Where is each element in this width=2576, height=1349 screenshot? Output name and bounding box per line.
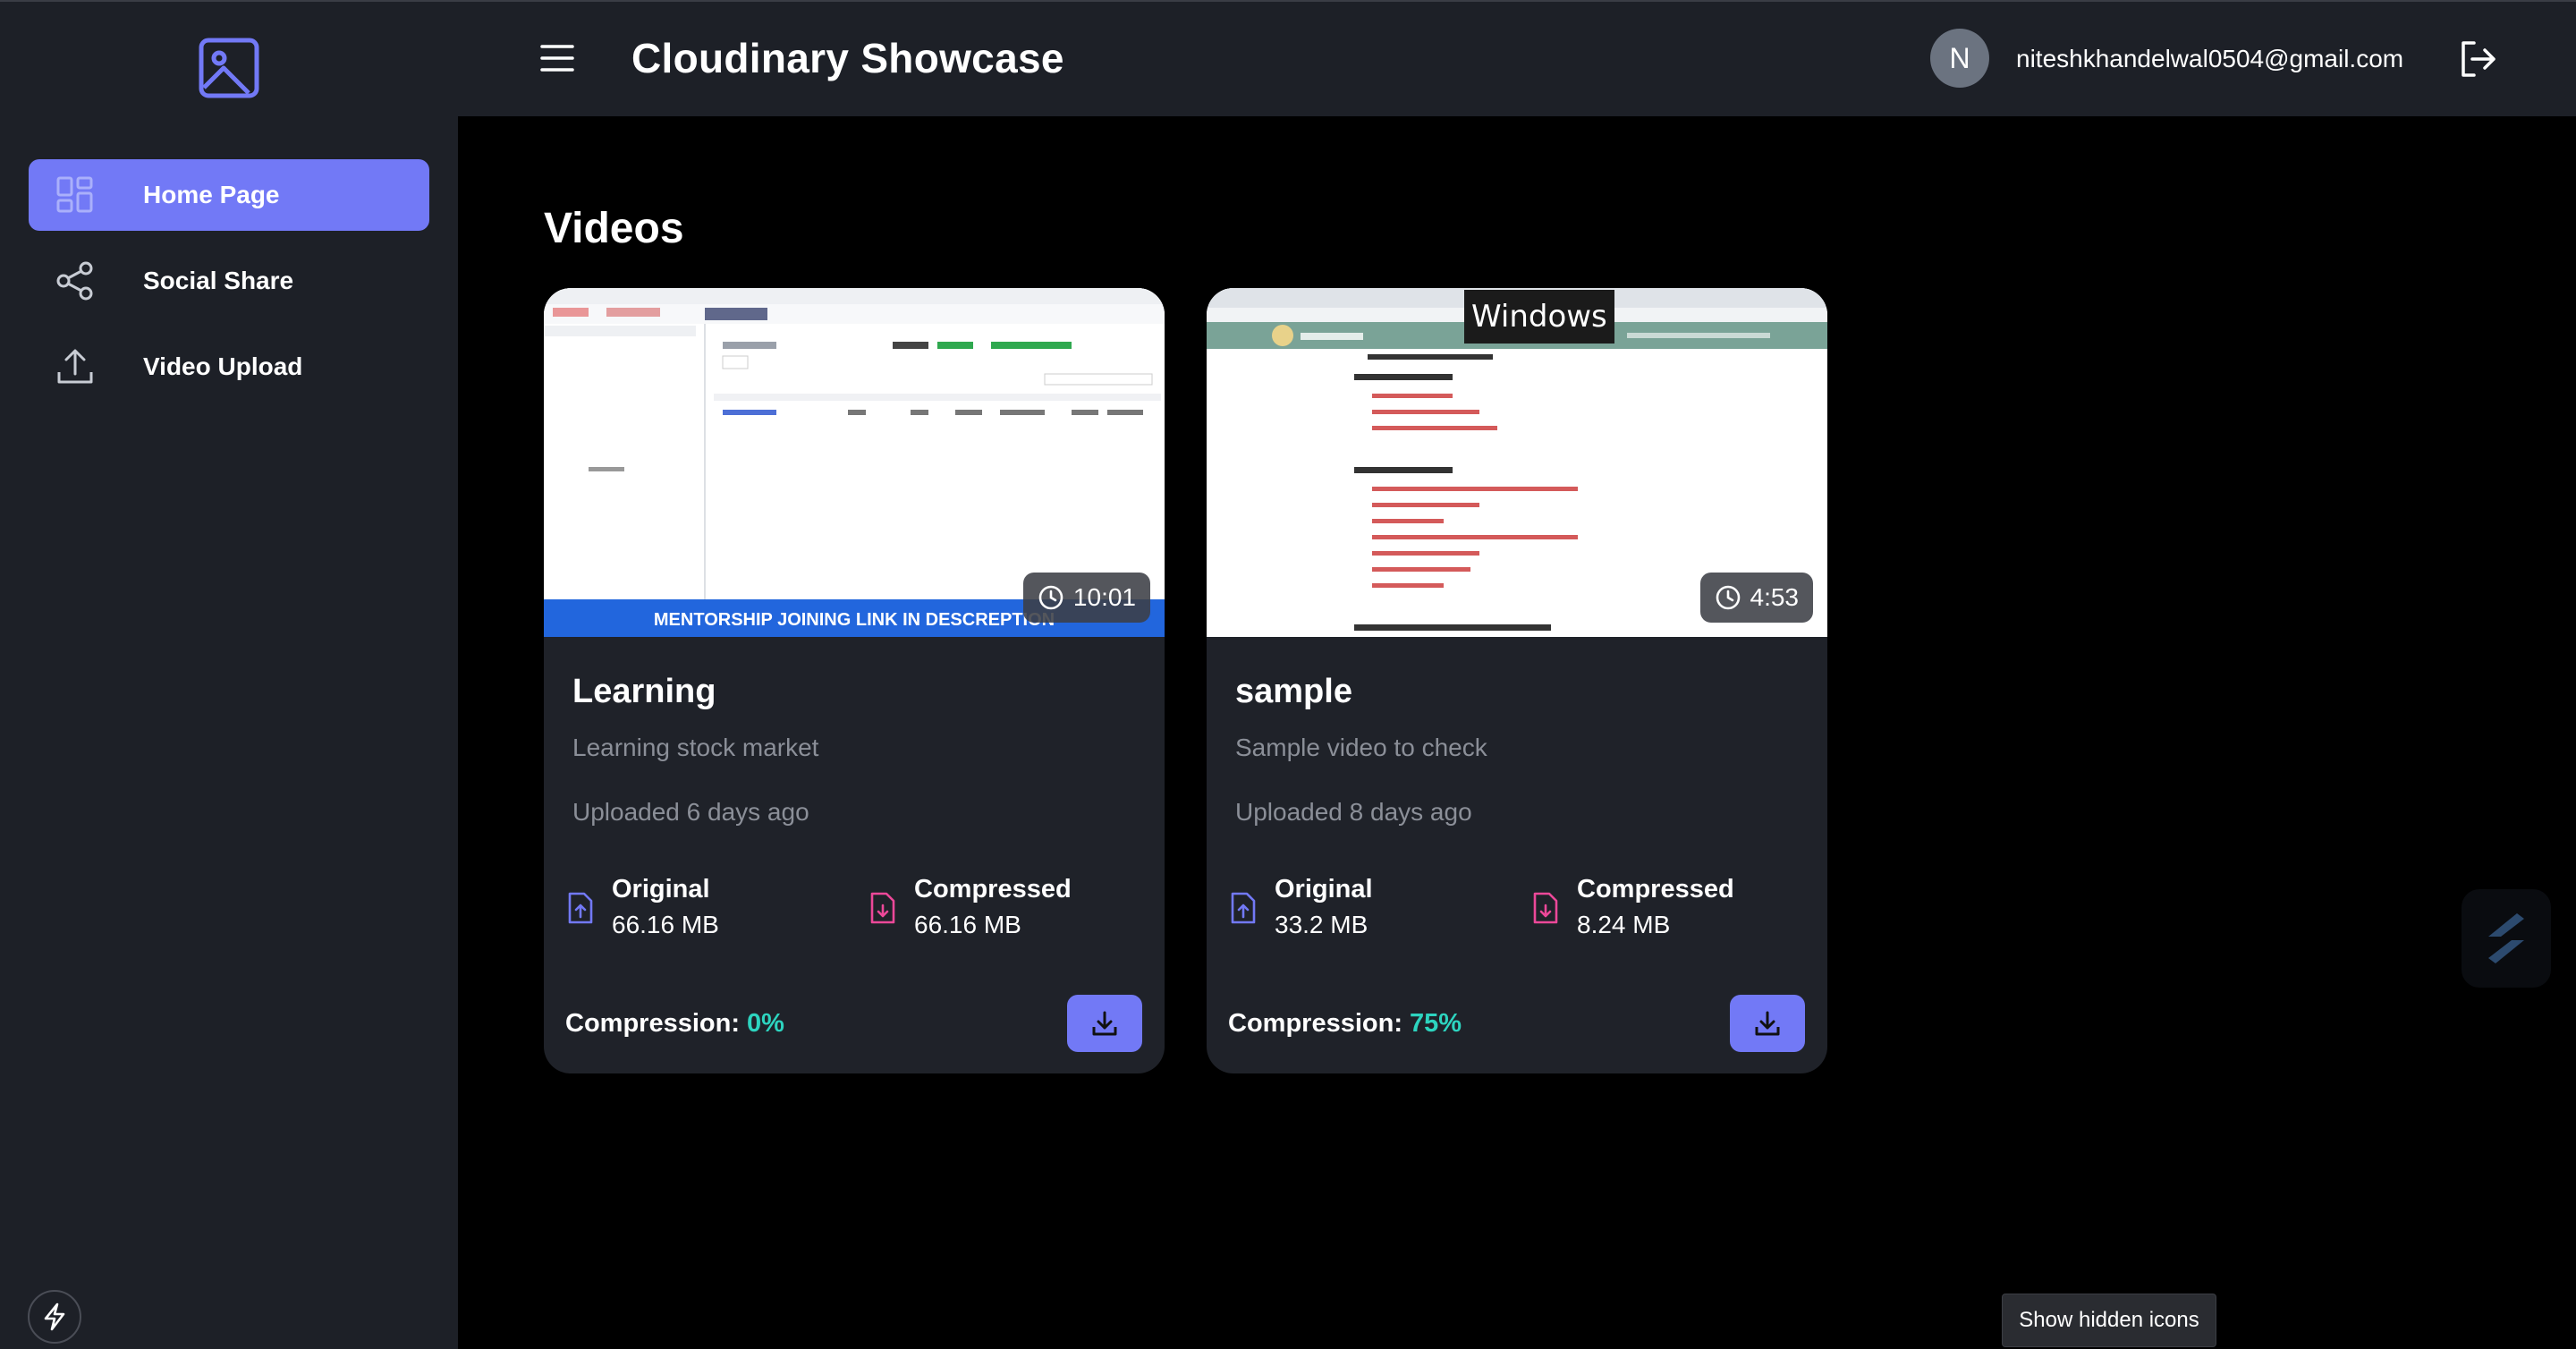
bolt-button[interactable] [28, 1290, 81, 1344]
compression-ratio: Compression: 0% [565, 1009, 784, 1039]
download-icon [1755, 1011, 1780, 1036]
download-button[interactable] [1730, 995, 1805, 1052]
compression-value: 75% [1410, 1009, 1462, 1038]
compression-ratio: Compression: 75% [1228, 1009, 1462, 1039]
original-size: 33.2 MB [1275, 911, 1368, 938]
compressed-size: 66.16 MB [914, 911, 1021, 938]
original-label: Original [612, 875, 710, 904]
video-card: Windows 4:53 sample Sample video to chec… [1207, 288, 1827, 1073]
clock-icon [1716, 585, 1740, 610]
hamburger-menu-icon[interactable] [540, 43, 574, 73]
app-title: Cloudinary Showcase [631, 35, 1064, 81]
video-title: sample [1235, 673, 1352, 710]
upload-date: Uploaded 6 days ago [572, 798, 809, 826]
original-label: Original [1275, 875, 1373, 904]
video-description: Learning stock market [572, 734, 819, 761]
duration-text: 4:53 [1750, 583, 1800, 611]
sidebar-item-social-share[interactable]: Social Share [29, 245, 429, 317]
user-avatar[interactable]: N [1930, 29, 1989, 88]
sidebar-item-label: Video Upload [143, 352, 303, 380]
compressed-label: Compressed [1577, 875, 1734, 904]
tooltip: Show hidden icons [2002, 1294, 2216, 1347]
logout-icon[interactable] [2456, 38, 2499, 81]
sidebar: Home Page Social Share Video Upload [0, 2, 458, 1349]
compression-label: Compression: [1228, 1009, 1402, 1038]
video-description: Sample video to check [1235, 734, 1487, 761]
lightning-bolt-icon [44, 1302, 65, 1331]
sidebar-item-home-page[interactable]: Home Page [29, 159, 429, 231]
video-card: MENTORSHIP JOINING LINK IN DESCREPTION 1… [544, 288, 1165, 1073]
compression-value: 0% [747, 1009, 784, 1038]
thumbnail-banner: MENTORSHIP JOINING LINK IN DESCREPTION [654, 610, 1055, 630]
compression-label: Compression: [565, 1009, 740, 1038]
user-email: niteshkhandelwal0504@gmail.com [2016, 45, 2404, 72]
duration-badge: 4:53 [1699, 573, 1813, 623]
file-upload-icon [568, 892, 593, 924]
duration-text: 10:01 [1072, 583, 1136, 611]
share-icon [56, 261, 93, 301]
upload-date: Uploaded 8 days ago [1235, 798, 1472, 826]
dashboard-grid-icon [56, 176, 93, 213]
file-download-icon [1533, 892, 1558, 924]
image-logo-icon[interactable] [197, 36, 261, 100]
app-root: Home Page Social Share Video Upload Clou… [0, 0, 2576, 1349]
sidebar-item-video-upload[interactable]: Video Upload [29, 331, 429, 403]
floating-extension-widget[interactable] [2462, 889, 2551, 988]
video-title: Learning [572, 673, 716, 710]
duration-badge: 10:01 [1022, 573, 1150, 623]
clock-icon [1038, 585, 1063, 610]
stacked-slash-logo-icon [2488, 913, 2524, 963]
section-title: Videos [544, 205, 684, 252]
download-button[interactable] [1067, 995, 1142, 1052]
file-upload-icon [1231, 892, 1256, 924]
sidebar-item-label: Social Share [143, 267, 294, 294]
compressed-label: Compressed [914, 875, 1072, 904]
sidebar-item-label: Home Page [143, 181, 280, 208]
compressed-size: 8.24 MB [1577, 911, 1671, 938]
video-thumbnail[interactable]: Windows 4:53 [1207, 288, 1827, 637]
top-bar: Cloudinary Showcase N niteshkhandelwal05… [458, 2, 2576, 116]
windows-overlay-label: Windows [1464, 290, 1614, 344]
file-download-icon [870, 892, 895, 924]
video-thumbnail[interactable]: MENTORSHIP JOINING LINK IN DESCREPTION 1… [544, 288, 1165, 637]
upload-icon [57, 349, 93, 384]
download-icon [1092, 1011, 1117, 1036]
original-size: 66.16 MB [612, 911, 719, 938]
